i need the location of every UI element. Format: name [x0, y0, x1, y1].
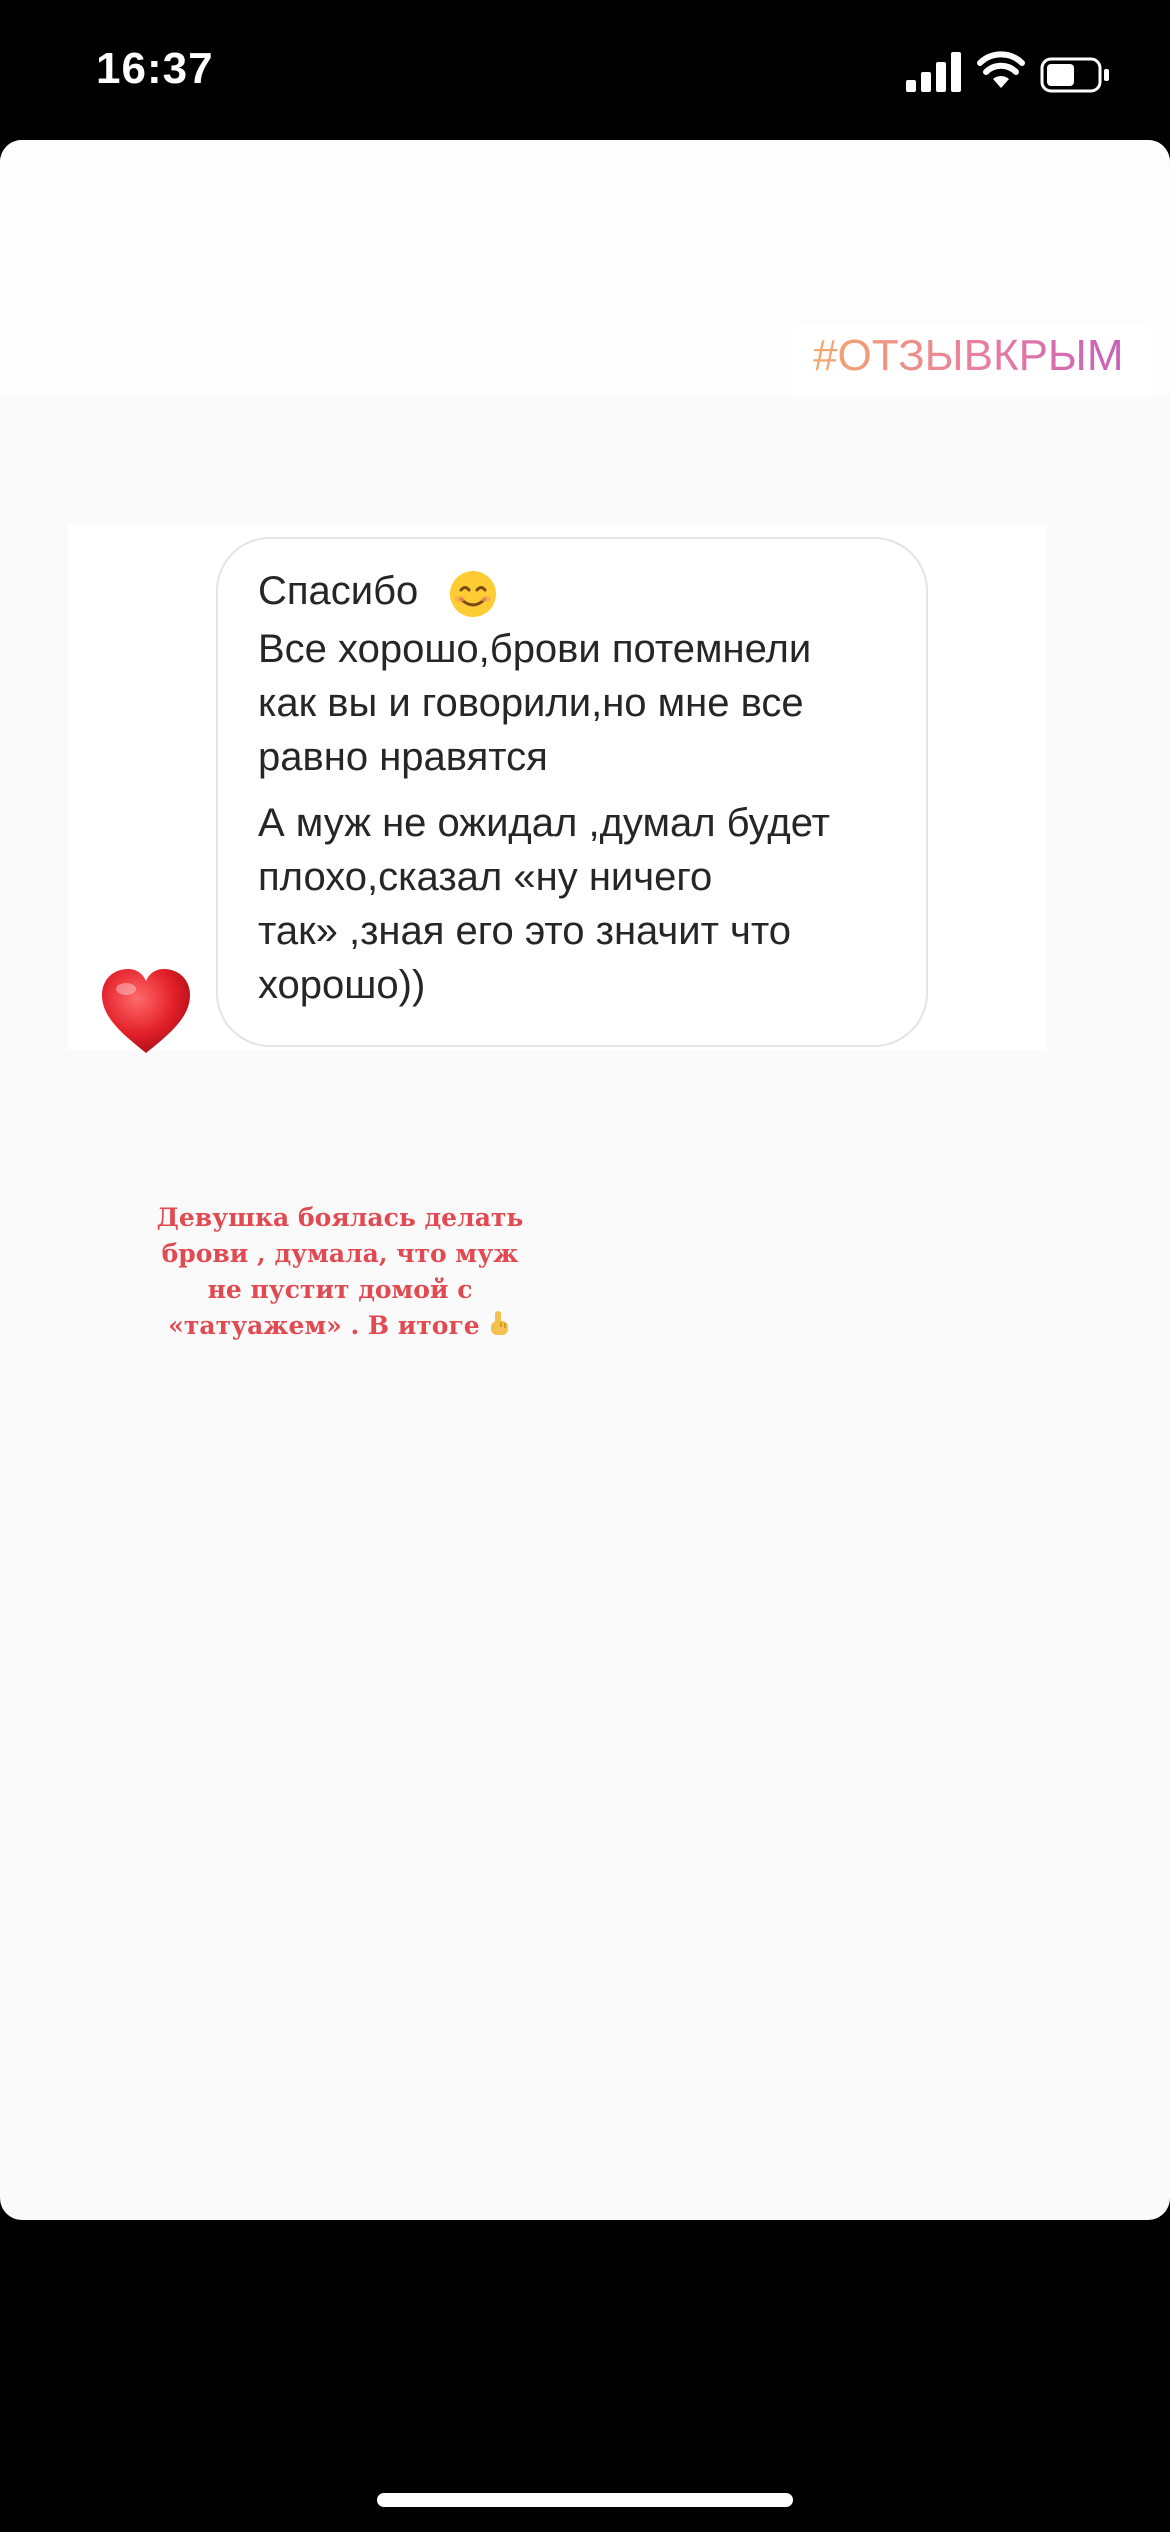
caption-line-last: «татуажем» . В итоге: [100, 1308, 580, 1344]
hashtag-sticker[interactable]: #ОТЗЫВКРЫМ: [793, 323, 1151, 397]
wifi-icon: [977, 51, 1025, 88]
message-line: как вы и говорили,но мне все: [258, 681, 804, 725]
message-line: равно нравятся: [258, 735, 548, 779]
message-line: Спасибо: [258, 569, 419, 613]
message-screenshot: Спасибо Все хорошо,брови потемнели как в…: [68, 525, 1046, 1053]
message-line: Все хорошо,брови потемнели: [258, 627, 812, 671]
message-line: А муж не ожидал ,думал будет: [258, 801, 830, 845]
home-indicator[interactable]: [377, 2493, 793, 2507]
message-line: так» ,зная его это значит что: [258, 909, 791, 953]
battery-icon: [1040, 57, 1109, 93]
message-bubble: Спасибо Все хорошо,брови потемнели как в…: [216, 537, 928, 1047]
status-bar: 16:37: [0, 0, 1170, 140]
message-line: плохо,сказал «ну ничего: [258, 855, 713, 899]
status-time: 16:37: [96, 44, 214, 93]
caption-line: Девушка боялась делать: [156, 1203, 524, 1232]
red-heart-icon: [102, 969, 190, 1053]
caption-text: Девушка боялась делать брови , думала, ч…: [100, 1200, 580, 1344]
caption-line: «татуажем» . В итоге: [168, 1311, 480, 1340]
pointing-up-hand-icon: [490, 1311, 508, 1335]
smiling-face-icon: [450, 571, 496, 617]
caption-line: не пустит домой с: [207, 1275, 473, 1304]
message-line: хорошо)): [258, 963, 426, 1007]
cellular-signal-icon: [906, 52, 961, 92]
hashtag-text: #ОТЗЫВКРЫМ: [813, 331, 1124, 380]
caption-line: брови , думала, что муж: [161, 1239, 519, 1268]
story-card[interactable]: #ОТЗЫВКРЫМ Спасибо Все хорошо,брови поте…: [0, 140, 1170, 2220]
